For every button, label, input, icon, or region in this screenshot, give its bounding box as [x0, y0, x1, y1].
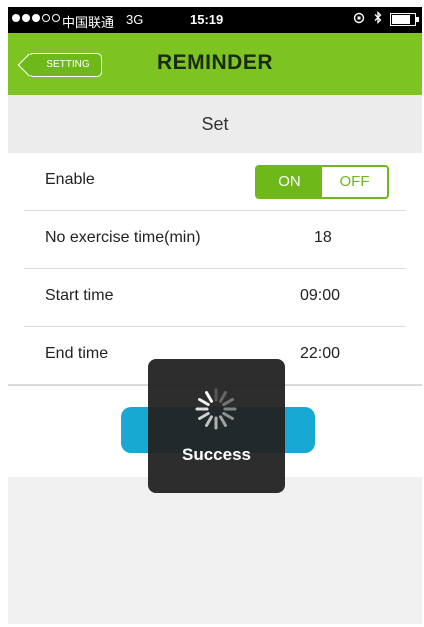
- hud-message: Success: [182, 445, 251, 464]
- enable-toggle[interactable]: ON OFF: [255, 165, 389, 199]
- toggle-off-option[interactable]: OFF: [322, 167, 387, 197]
- phone-screen: 中国联通 3G 15:19 SETTING REMINDER Set Enabl…: [8, 7, 422, 624]
- status-icons: [352, 10, 419, 27]
- section-header: Set: [8, 95, 422, 153]
- battery-icon: [390, 12, 419, 26]
- start-time-value[interactable]: 09:00: [300, 287, 340, 305]
- navigation-bar: SETTING REMINDER: [8, 33, 422, 95]
- page-title: REMINDER: [156, 51, 273, 74]
- carrier-name: 中国联通: [62, 15, 115, 30]
- enable-label: Enable: [45, 171, 95, 188]
- no-exercise-time-label: No exercise time(min): [45, 229, 201, 246]
- status-time: 15:19: [190, 12, 224, 27]
- status-bar: 中国联通 3G 15:19: [8, 7, 422, 33]
- loading-spinner-icon: [195, 388, 237, 430]
- end-time-label: End time: [45, 345, 109, 362]
- bluetooth-icon: [374, 10, 382, 27]
- success-hud: Success: [148, 359, 285, 493]
- no-exercise-time-value[interactable]: 18: [314, 229, 332, 247]
- start-time-label: Start time: [45, 287, 114, 304]
- no-exercise-time-row[interactable]: No exercise time(min) 18: [8, 211, 422, 269]
- empty-area: [8, 477, 422, 624]
- orientation-lock-icon: [352, 12, 366, 27]
- toggle-on-option[interactable]: ON: [257, 167, 322, 197]
- signal-strength-icon: [12, 14, 60, 22]
- network-type: 3G: [126, 12, 144, 27]
- enable-row: Enable ON OFF: [8, 153, 422, 211]
- start-time-row[interactable]: Start time 09:00: [8, 269, 422, 327]
- end-time-value[interactable]: 22:00: [300, 345, 340, 363]
